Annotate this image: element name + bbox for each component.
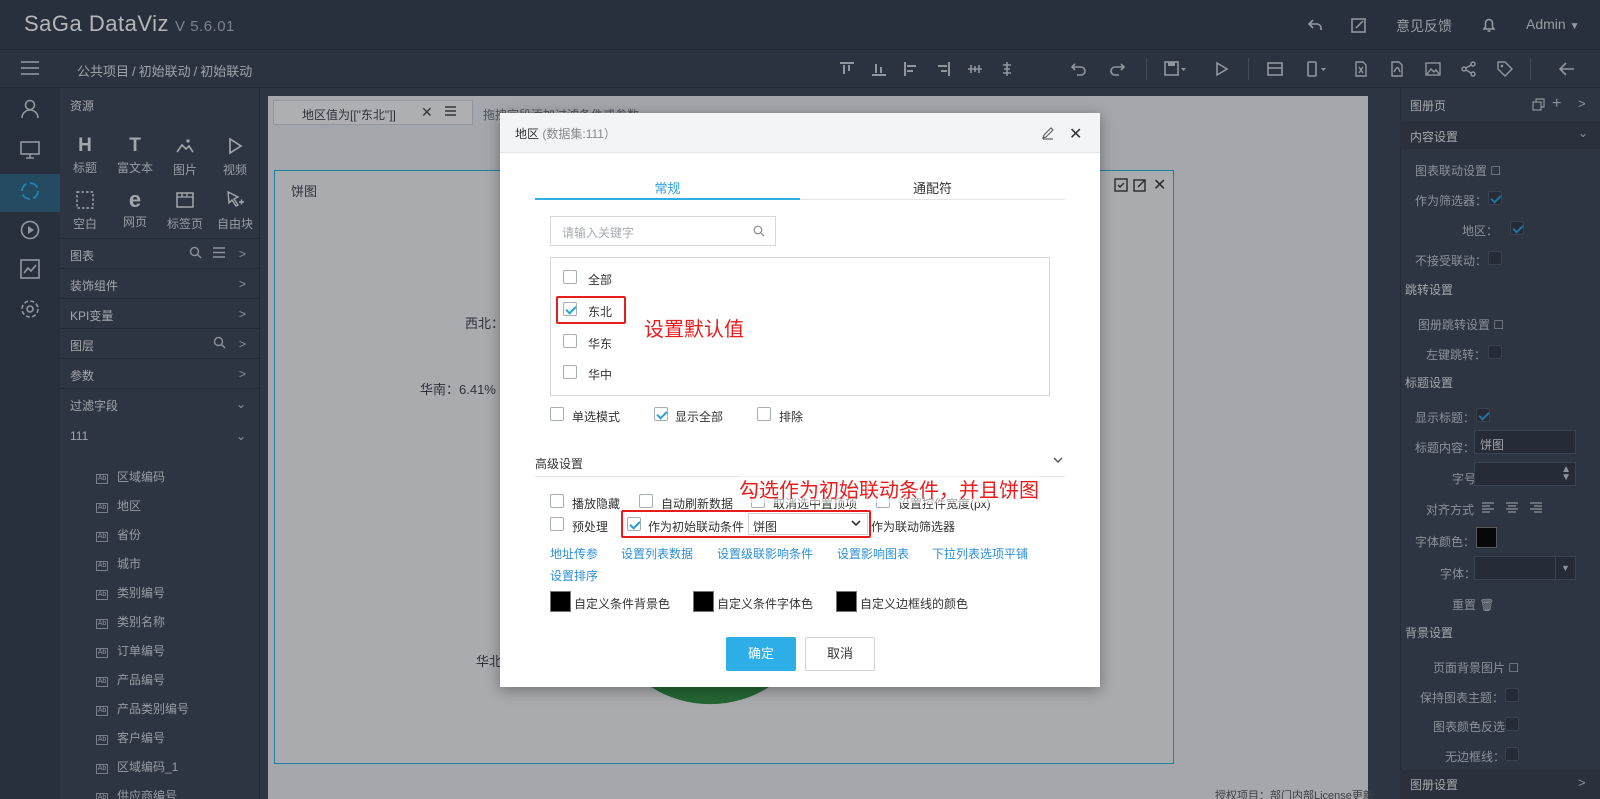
link-url-param[interactable]: 地址传参: [550, 545, 598, 562]
annotation-default-text: 设置默认值: [644, 319, 744, 341]
link-list-data[interactable]: 设置列表数据: [621, 545, 693, 562]
option-list: [550, 257, 1050, 396]
play-hidden-checkbox[interactable]: [550, 494, 564, 508]
link-dropdown-flat[interactable]: 下拉列表选项平铺: [932, 545, 1028, 562]
preprocess-label: 预处理: [572, 520, 609, 534]
annotation-highlight-box: [556, 296, 626, 324]
show-all-label: 显示全部: [675, 410, 724, 424]
annotation-link-text: 勾选作为初始联动条件，并且饼图: [739, 474, 1039, 503]
show-all-checkbox[interactable]: [654, 407, 668, 421]
option-label: 全部: [588, 273, 613, 287]
search-input[interactable]: 请输入关键字: [550, 216, 776, 246]
single-select-label: 单选模式: [572, 410, 621, 424]
tab-wildcard[interactable]: 通配符: [800, 178, 1065, 197]
auto-refresh-checkbox[interactable]: [639, 494, 653, 508]
bg-color-label: 自定义条件背景色: [574, 597, 671, 611]
exclude-label: 排除: [779, 410, 804, 424]
as-link-filter-label: 作为联动筛选器: [871, 520, 956, 534]
option-checkbox-all[interactable]: [563, 270, 577, 284]
exclude-checkbox[interactable]: [757, 407, 771, 421]
chevron-down-icon[interactable]: [1053, 456, 1063, 464]
link-sort[interactable]: 设置排序: [550, 567, 598, 584]
play-hidden-label: 播放隐藏: [572, 497, 621, 511]
option-checkbox-huadong[interactable]: [563, 334, 577, 348]
edit-icon[interactable]: [1041, 126, 1055, 140]
preprocess-checkbox[interactable]: [550, 517, 564, 531]
link-affected-charts[interactable]: 设置影响图表: [837, 545, 909, 562]
dialog-title: 地区 (数据集:111）: [515, 127, 616, 141]
close-icon[interactable]: ✕: [1069, 124, 1082, 144]
tab-general[interactable]: 常规: [535, 178, 800, 197]
border-color-swatch[interactable]: [836, 591, 857, 612]
font-color-label: 自定义条件字体色: [717, 597, 814, 611]
cancel-button[interactable]: 取消: [805, 637, 875, 671]
single-select-checkbox[interactable]: [550, 407, 564, 421]
option-checkbox-huazhong[interactable]: [563, 365, 577, 379]
search-icon: [753, 225, 765, 237]
bg-color-swatch[interactable]: [550, 591, 571, 612]
option-label: 华东: [588, 337, 613, 351]
tab-active-indicator: [535, 198, 800, 200]
annotation-highlight-box: [621, 510, 871, 538]
advanced-settings-header[interactable]: 高级设置: [535, 455, 583, 472]
link-cascade[interactable]: 设置级联影响条件: [717, 545, 813, 562]
font-color-swatch[interactable]: [693, 591, 714, 612]
border-color-label: 自定义边框线的颜色: [860, 597, 969, 611]
option-label: 华中: [588, 368, 613, 382]
confirm-button[interactable]: 确定: [726, 637, 796, 671]
